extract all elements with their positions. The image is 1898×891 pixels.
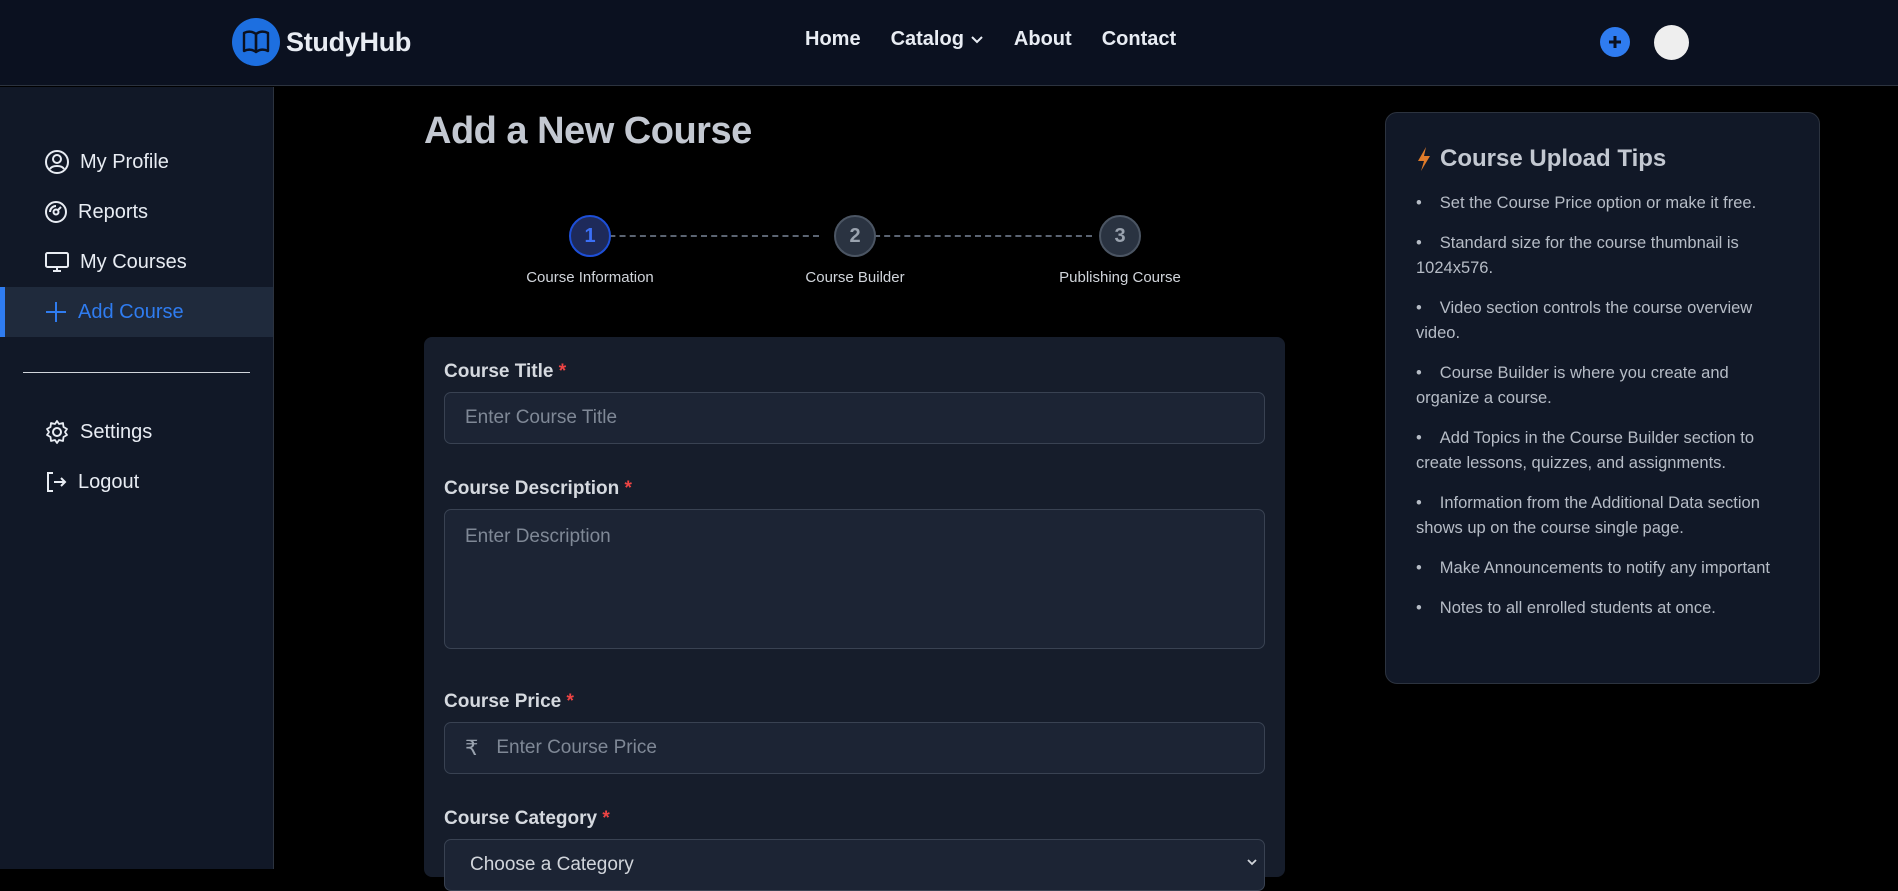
tips-title: Course Upload Tips [1416,145,1789,173]
top-navbar: StudyHub Home Catalog About Contact [0,0,1898,86]
required-mark: * [558,361,567,382]
nav-home-label: Home [805,28,861,50]
step-connector [589,235,819,237]
brand-logo[interactable]: StudyHub [232,18,411,66]
nav-catalog-label: Catalog [890,28,964,50]
course-price-input[interactable]: ₹ Enter Course Price [444,722,1265,774]
step-connector [864,235,1092,237]
plus-icon [46,302,66,322]
course-category-label-text: Course Category [444,808,598,829]
course-description-textarea[interactable]: Enter Description [444,509,1265,649]
tip-item: Make Announcements to notify any importa… [1416,556,1789,581]
nav-catalog[interactable]: Catalog [891,28,984,51]
course-description-label-text: Course Description [444,478,620,499]
page-title: Add a New Course [424,110,752,152]
main-nav: Home Catalog About Contact [805,28,1176,51]
tips-title-text: Course Upload Tips [1440,145,1667,172]
avatar[interactable] [1654,25,1689,60]
course-title-label: Course Title * [444,361,566,383]
course-upload-tips: Course Upload Tips Set the Course Price … [1385,112,1820,684]
tip-item: Course Builder is where you create and o… [1416,361,1789,411]
sidebar-item-label: Settings [80,420,153,443]
gear-icon [46,420,68,444]
tip-item: Set the Course Price option or make it f… [1416,191,1789,216]
nav-home[interactable]: Home [805,28,861,51]
gauge-icon [45,201,67,223]
course-category-value: Choose a Category [470,854,634,875]
sidebar-item-label: My Profile [80,150,169,173]
sidebar-item-settings[interactable]: Settings [0,407,273,457]
course-category-label: Course Category * [444,808,610,830]
nav-contact-label: Contact [1101,28,1177,50]
brand-name: StudyHub [286,26,412,57]
sidebar-item-label: Add Course [78,300,184,323]
tip-item: Video section controls the course overvi… [1416,296,1789,346]
course-category-select[interactable]: Choose a Category [444,839,1265,891]
monitor-icon [45,252,69,272]
step-3-label: Publishing Course [1059,269,1181,286]
course-description-label: Course Description * [444,478,632,500]
step-3-circle: 3 [1099,215,1141,257]
step-1-circle: 1 [569,215,611,257]
step-2-label: Course Builder [805,269,905,286]
plus-icon [1609,36,1621,48]
tip-item: Add Topics in the Course Builder section… [1416,426,1789,476]
course-title-placeholder: Enter Course Title [465,407,618,428]
book-icon [232,18,280,66]
required-mark: * [566,691,574,712]
chevron-down-icon [971,35,983,43]
sidebar-item-label: My Courses [80,250,187,273]
step-progress: 1 Course Information 2 Course Builder 3 … [424,215,1284,295]
sidebar: My Profile Reports My Courses Add Course… [0,87,274,869]
course-form: Course Title * Enter Course Title Course… [424,337,1285,891]
sidebar-divider [23,372,250,373]
rupee-icon: ₹ [465,736,479,760]
sidebar-item-reports[interactable]: Reports [0,187,273,237]
nav-about-label: About [1013,28,1072,50]
lightning-icon [1418,147,1430,171]
logout-icon [47,472,67,492]
chevron-down-icon [1247,859,1257,866]
add-button[interactable] [1600,27,1630,57]
user-circle-icon [45,150,69,174]
sidebar-item-my-courses[interactable]: My Courses [0,237,273,287]
sidebar-item-add-course[interactable]: Add Course [0,287,273,337]
tip-item: Information from the Additional Data sec… [1416,491,1789,541]
course-price-placeholder: Enter Course Price [496,737,657,758]
required-mark: * [624,478,632,499]
tip-item: Notes to all enrolled students at once. [1416,596,1789,621]
tip-item: Standard size for the course thumbnail i… [1416,231,1789,281]
step-2-circle: 2 [834,215,876,257]
step-1-label: Course Information [526,269,654,286]
sidebar-item-my-profile[interactable]: My Profile [0,137,273,187]
nav-about[interactable]: About [1014,28,1072,51]
tips-list: Set the Course Price option or make it f… [1416,191,1789,621]
sidebar-item-label: Logout [78,470,140,493]
course-price-label: Course Price * [444,691,574,713]
nav-contact[interactable]: Contact [1102,28,1176,51]
course-title-input[interactable]: Enter Course Title [444,392,1265,444]
course-price-label-text: Course Price [444,691,562,712]
sidebar-item-logout[interactable]: Logout [0,457,273,507]
required-mark: * [602,808,610,829]
sidebar-item-label: Reports [78,200,149,223]
course-title-label-text: Course Title [444,361,554,382]
course-description-placeholder: Enter Description [465,526,611,547]
